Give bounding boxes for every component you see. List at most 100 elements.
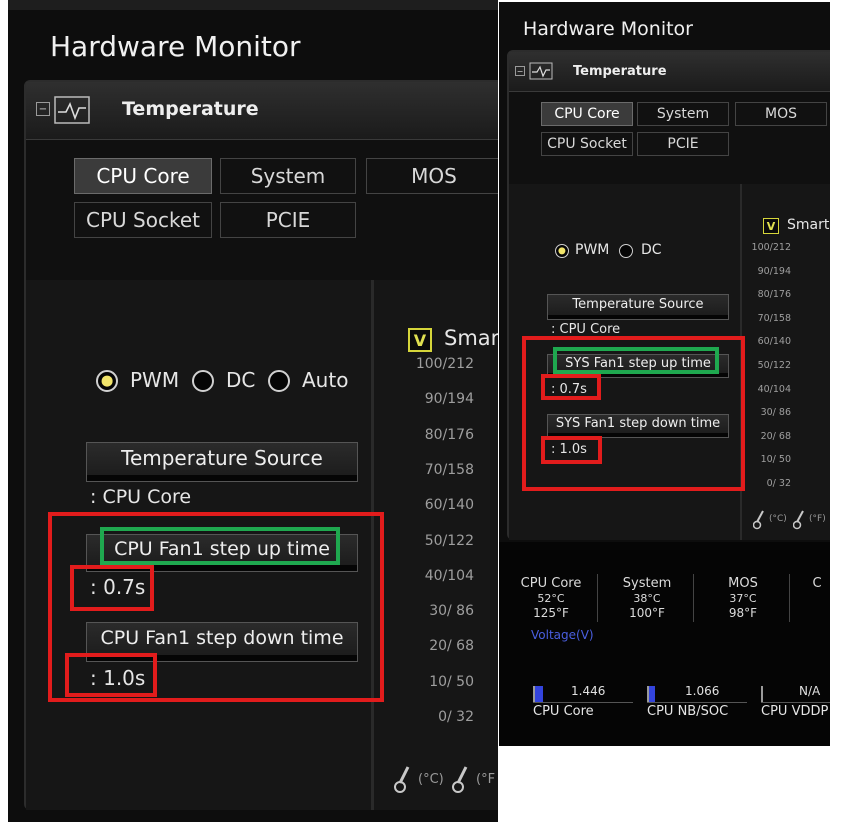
readout-label: CPU Core: [520, 576, 582, 591]
readout-celsius: 52°C: [537, 592, 565, 605]
readout-label: MOS: [728, 576, 758, 591]
readout-separator: [693, 574, 694, 622]
right-hardware-monitor-panel: Hardware Monitor − Temperature CPU Core …: [499, 2, 830, 746]
pwm-radio[interactable]: [555, 244, 569, 258]
axis-tick-label: 10/ 50: [429, 673, 474, 690]
smart-label: Smart: [787, 217, 830, 233]
temperature-source-button[interactable]: Temperature Source: [86, 442, 358, 482]
readout-separator: [597, 574, 598, 622]
voltage-bar-fill: [535, 686, 543, 702]
temperature-readout: CPU Core 52°C 125°F: [511, 576, 591, 621]
temperature-readout: System 38°C 100°F: [607, 576, 687, 621]
left-hardware-monitor-panel: Hardware Monitor − Temperature CPU Core …: [8, 0, 498, 822]
axis-tick-label: 70/158: [424, 461, 474, 478]
smart-checkbox[interactable]: V: [408, 328, 432, 352]
axis-tick-label: 0/ 32: [438, 709, 474, 725]
section-header: − Temperature: [509, 52, 830, 92]
axis-tick-label: 60/140: [757, 336, 791, 348]
voltage-value: 1.446: [571, 684, 606, 698]
axis-tick-label: 20/ 68: [429, 638, 474, 655]
axis-tick-label: 80/176: [757, 289, 791, 301]
tab-system[interactable]: System: [637, 102, 729, 126]
tab-cpu-socket[interactable]: CPU Socket: [541, 132, 633, 156]
readout-celsius: 37°C: [729, 592, 757, 605]
tab-mos[interactable]: MOS: [366, 158, 498, 194]
auto-label: Auto: [302, 368, 349, 392]
temperature-source-label: Temperature Source: [121, 446, 323, 470]
voltage-baseline: [761, 702, 830, 703]
tab-area: CPU Core System MOS CPU Socket PCIE: [509, 92, 830, 184]
pwm-label: PWM: [575, 242, 610, 258]
auto-radio[interactable]: [268, 370, 290, 392]
tab-pcie[interactable]: PCIE: [637, 132, 729, 156]
celsius-unit: (°C): [418, 772, 444, 787]
axis-tick-label: 50/122: [424, 532, 474, 549]
fahrenheit-unit: (°F): [809, 514, 826, 524]
section-header: − Temperature: [26, 82, 498, 140]
temperature-readout: C: [777, 576, 830, 591]
voltage-baseline: [533, 702, 633, 703]
axis-tick-label: 60/140: [424, 497, 474, 514]
red-highlight-step-down-value: [541, 436, 602, 464]
window-title: Hardware Monitor: [50, 30, 301, 63]
red-highlight-step-up-value: [541, 374, 601, 400]
axis-tick-label: 50/122: [757, 360, 791, 371]
smart-label: Smar: [444, 326, 498, 350]
celsius-thermometer-icon[interactable]: [394, 765, 416, 793]
dc-radio[interactable]: [619, 244, 633, 258]
collapse-icon[interactable]: −: [515, 66, 525, 76]
green-highlight-step-up: [553, 347, 719, 374]
smart-checkbox[interactable]: V: [763, 218, 779, 234]
green-highlight-step-up: [100, 527, 340, 565]
temperature-source-value: : CPU Core: [551, 322, 621, 337]
pwm-radio[interactable]: [96, 370, 118, 392]
tab-cpu-core[interactable]: CPU Core: [541, 102, 633, 126]
tab-pcie[interactable]: PCIE: [220, 202, 356, 238]
axis-tick-label: 0/ 32: [766, 478, 791, 489]
tab-system[interactable]: System: [220, 158, 356, 194]
axis-tick-label: 30/ 86: [429, 603, 474, 620]
readout-footer: CPU Core 52°C 125°F System 38°C 100°F MOS 37°C 9…: [499, 542, 830, 746]
tab-mos[interactable]: MOS: [735, 102, 827, 126]
temperature-source-button[interactable]: Temperature Source: [547, 294, 729, 320]
axis-tick-label: 90/194: [757, 265, 791, 277]
voltage-name: CPU Core: [533, 704, 594, 719]
chart-monitor-icon: [54, 96, 90, 124]
axis-tick-label: 30/ 86: [760, 407, 791, 419]
readout-fahrenheit: 100°F: [629, 606, 665, 620]
collapse-icon[interactable]: −: [36, 102, 50, 116]
top-strip: [8, 0, 498, 10]
red-highlight-step-down-value: [65, 653, 157, 697]
tab-cpu-socket[interactable]: CPU Socket: [74, 202, 212, 238]
axis-tick-label: 70/158: [757, 312, 791, 324]
dc-label: DC: [641, 242, 662, 258]
pwm-label: PWM: [130, 368, 180, 392]
red-highlight-step-up-value: [70, 565, 154, 611]
fahrenheit-thermometer-icon[interactable]: [452, 765, 474, 793]
fahrenheit-thermometer-icon[interactable]: [793, 510, 807, 530]
axis-tick-label: 100/212: [415, 356, 474, 372]
readout-label: System: [622, 576, 672, 591]
axis-tick-label: 20/ 68: [760, 430, 791, 442]
section-title: Temperature: [122, 98, 259, 120]
voltage-label: Voltage(V): [531, 628, 594, 642]
tab-area: CPU Core System MOS CPU Socket PCIE: [26, 140, 498, 280]
voltage-name: CPU VDDP: [761, 704, 829, 719]
chart-monitor-icon: [529, 62, 553, 80]
temperature-readout: MOS 37°C 98°F: [703, 576, 783, 621]
axis-tick-label: 10/ 50: [760, 454, 791, 466]
readout-fahrenheit: 125°F: [533, 606, 569, 620]
tab-cpu-core[interactable]: CPU Core: [74, 158, 212, 194]
readout-label: C: [812, 576, 822, 591]
fahrenheit-unit: (°F: [476, 772, 496, 787]
celsius-thermometer-icon[interactable]: [753, 510, 767, 530]
voltage-value: N/A: [799, 684, 821, 698]
axis-tick-label: 90/194: [424, 391, 474, 408]
dc-label: DC: [226, 368, 256, 392]
voltage-bar-track: [761, 686, 763, 702]
voltage-name: CPU NB/SOC: [647, 704, 729, 719]
celsius-unit: (°C): [769, 514, 787, 524]
dc-radio[interactable]: [192, 370, 214, 392]
voltage-value: 1.066: [685, 684, 720, 698]
axis-tick-label: 40/104: [757, 383, 791, 395]
